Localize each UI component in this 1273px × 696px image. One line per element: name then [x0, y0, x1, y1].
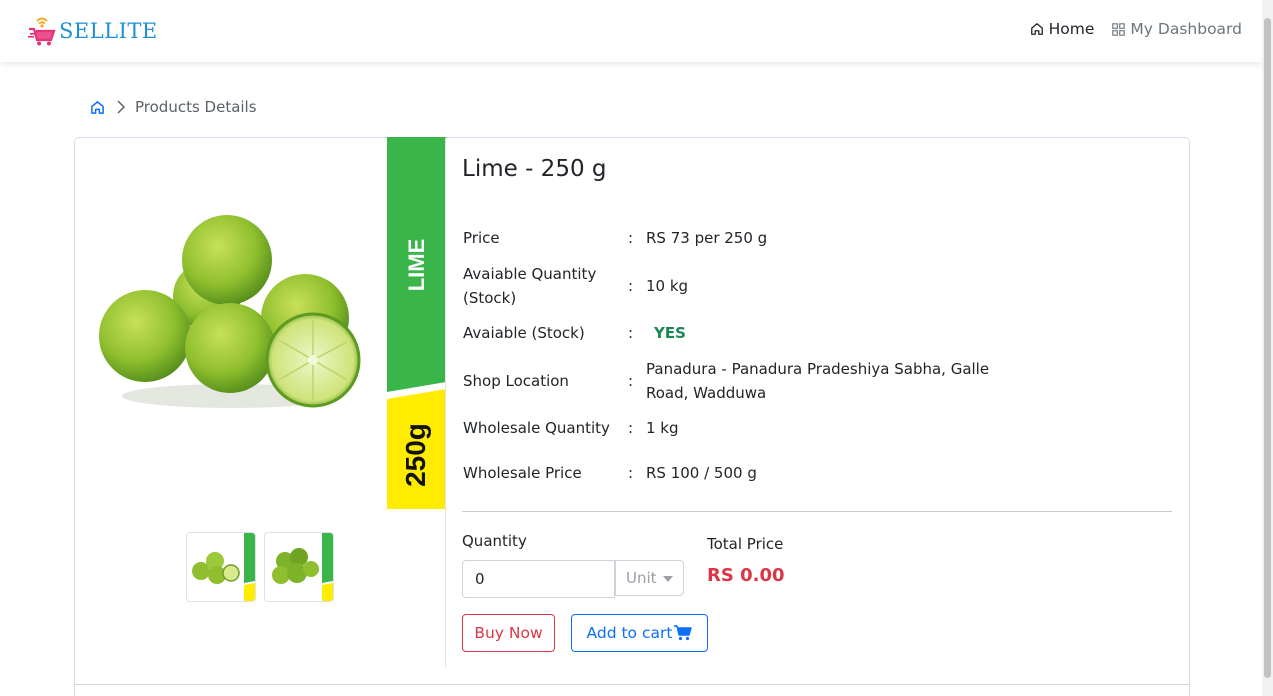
add-to-cart-button[interactable]: Add to cart: [571, 614, 708, 652]
spec-label: Wholesale Quantity: [463, 419, 610, 437]
buy-now-label: Buy Now: [474, 624, 543, 642]
nav-dashboard-label: My Dashboard: [1130, 20, 1242, 38]
total-price-value: RS 0.00: [707, 565, 785, 586]
spec-row-wholesale-price: Wholesale Price : RS 100 / 500 g: [463, 461, 1023, 485]
caret-down-icon: [663, 576, 673, 582]
thumbnail-list: [186, 532, 342, 602]
product-main-image: [99, 215, 361, 408]
card-footer-divider: [75, 684, 1189, 685]
page-scrollbar[interactable]: [1262, 0, 1273, 696]
scrollbar-thumb[interactable]: [1264, 18, 1271, 678]
quantity-input[interactable]: 0: [462, 560, 615, 598]
thumbnail-1[interactable]: [186, 532, 256, 602]
spec-value: RS 73 per 250 g: [646, 229, 768, 247]
spec-colon: :: [628, 464, 634, 482]
spec-colon: :: [628, 277, 634, 295]
banner-name-text: LIME: [404, 239, 429, 292]
spec-label: Shop Location: [463, 372, 569, 390]
spec-label: Wholesale Price: [463, 464, 582, 482]
product-card: LIME 250g Lime - 250 g Price: RS 73 per…: [74, 137, 1190, 696]
unit-select-placeholder: Unit: [626, 569, 657, 587]
spec-label: Price: [463, 229, 500, 247]
nav-home-link[interactable]: Home: [1030, 20, 1095, 38]
spec-colon: :: [628, 372, 634, 390]
spec-value: 1 kg: [646, 419, 679, 437]
brand-name: SELLITE: [59, 19, 158, 43]
unit-select[interactable]: Unit: [615, 560, 684, 596]
spec-row-available: Avaiable (Stock) : YES: [463, 321, 1023, 345]
spec-label: Avaiable (Stock): [463, 324, 585, 342]
horizontal-divider: [462, 511, 1172, 512]
thumbnail-2[interactable]: [264, 532, 334, 602]
spec-colon: :: [628, 419, 634, 437]
spec-label: Avaiable Quantity (Stock): [463, 265, 597, 307]
buy-now-button[interactable]: Buy Now: [462, 614, 555, 652]
stock-status-badge: YES: [654, 324, 686, 342]
spec-row-location: Shop Location : Panadura - Panadura Prad…: [463, 357, 1023, 405]
spec-colon: :: [628, 229, 634, 247]
nav-dashboard-link[interactable]: My Dashboard: [1112, 20, 1242, 38]
nav-links: Home My Dashboard: [1012, 20, 1242, 38]
breadcrumb-home-icon[interactable]: [90, 100, 105, 115]
nav-home-label: Home: [1048, 20, 1095, 38]
grid-icon: [1112, 22, 1126, 36]
chevron-right-icon: [117, 100, 125, 114]
breadcrumb-current: Products Details: [135, 98, 257, 116]
add-to-cart-label: Add to cart: [586, 624, 673, 642]
vertical-divider: [445, 138, 446, 668]
total-price-label: Total Price: [707, 535, 784, 553]
product-title: Lime - 250 g: [462, 156, 607, 182]
spec-row-price: Price : RS 73 per 250 g: [463, 226, 1023, 250]
cart-logo-icon: [28, 17, 56, 46]
navbar: SELLITE Home My Dashboard: [0, 0, 1262, 62]
quantity-label: Quantity: [462, 532, 527, 550]
spec-value: RS 100 / 500 g: [646, 464, 757, 482]
spec-value: 10 kg: [646, 277, 689, 295]
cart-icon: [674, 625, 693, 641]
banner-weight-text: 250g: [400, 423, 431, 487]
breadcrumb: Products Details: [90, 98, 257, 116]
spec-colon: :: [628, 324, 634, 342]
spec-value: Panadura - Panadura Pradeshiya Sabha, Ga…: [646, 360, 990, 402]
home-icon: [1030, 23, 1043, 35]
spec-row-wholesale-qty: Wholesale Quantity : 1 kg: [463, 416, 1023, 440]
product-banner: LIME 250g: [387, 137, 446, 509]
brand-logo[interactable]: SELLITE: [28, 15, 158, 47]
spec-row-quantity: Avaiable Quantity (Stock) : 10 kg: [463, 262, 1023, 310]
